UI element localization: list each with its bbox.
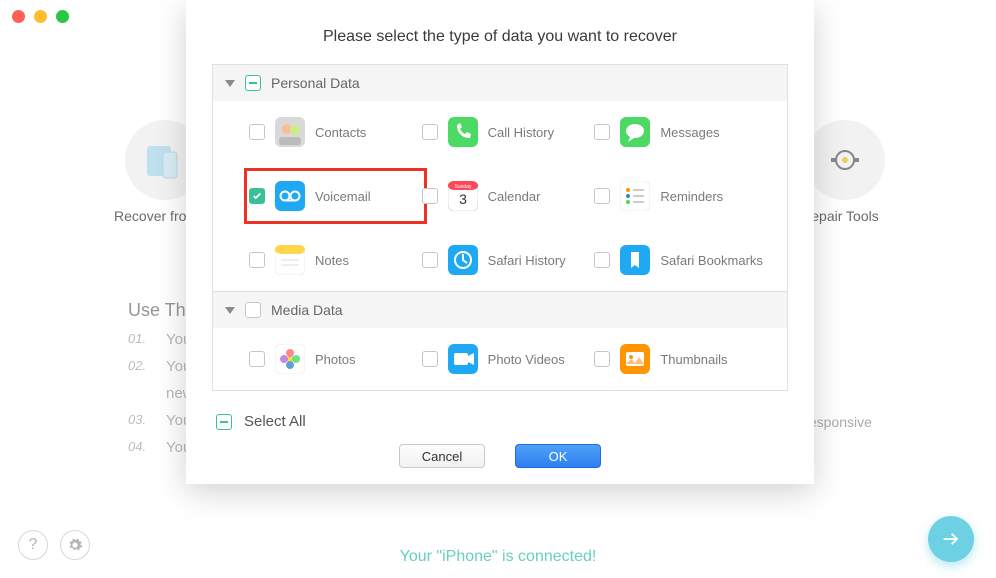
group-checkbox-media[interactable] (245, 302, 261, 318)
checkbox-messages[interactable] (594, 124, 610, 140)
reminders-icon (620, 181, 650, 211)
thumbnails-icon (620, 344, 650, 374)
phone-icon (448, 117, 478, 147)
checkbox-calendar[interactable] (422, 188, 438, 204)
list-number: 01. (128, 331, 154, 348)
item-contacts[interactable]: Contacts (249, 109, 422, 155)
label-contacts: Contacts (315, 125, 366, 140)
window-traffic-lights (12, 10, 69, 23)
select-all-checkbox[interactable] (216, 414, 232, 430)
group-media: Media Data Photos Photo Videos Thumbnail… (212, 292, 788, 391)
cancel-button[interactable]: Cancel (399, 444, 485, 468)
item-safarihistory[interactable]: Safari History (422, 237, 595, 283)
calendar-icon: Sunday3 (448, 181, 478, 211)
item-thumbnails[interactable]: Thumbnails (594, 336, 767, 382)
data-type-modal: Please select the type of data you want … (186, 0, 814, 484)
voicemail-icon (275, 181, 305, 211)
label-notes: Notes (315, 253, 349, 268)
chevron-down-icon (225, 80, 235, 87)
checkbox-safaribookmarks[interactable] (594, 252, 610, 268)
minimize-window-button[interactable] (34, 10, 47, 23)
item-notes[interactable]: Notes (249, 237, 422, 283)
item-callhistory[interactable]: Call History (422, 109, 595, 155)
item-calendar[interactable]: Sunday3 Calendar (422, 173, 595, 219)
group-label-personal: Personal Data (271, 75, 360, 91)
select-all-label: Select All (244, 413, 306, 430)
label-safarihistory: Safari History (488, 253, 566, 268)
photos-icon (275, 344, 305, 374)
group-grid-personal: Contacts Call History Messages Voicemail… (213, 101, 787, 291)
next-fab[interactable] (928, 516, 974, 562)
item-messages[interactable]: Messages (594, 109, 767, 155)
item-photovideos[interactable]: Photo Videos (422, 336, 595, 382)
group-header-personal[interactable]: Personal Data (213, 65, 787, 101)
modal-title: Please select the type of data you want … (186, 0, 814, 64)
photo-videos-icon (448, 344, 478, 374)
messages-icon (620, 117, 650, 147)
item-safaribookmarks[interactable]: Safari Bookmarks (594, 237, 767, 283)
contacts-icon (275, 117, 305, 147)
label-messages: Messages (660, 125, 719, 140)
checkbox-thumbnails[interactable] (594, 351, 610, 367)
notes-icon (275, 245, 305, 275)
footer: Your "iPhone" is connected! (0, 548, 996, 566)
tools-icon (805, 120, 885, 200)
label-thumbnails: Thumbnails (660, 352, 727, 367)
checkbox-contacts[interactable] (249, 124, 265, 140)
group-grid-media: Photos Photo Videos Thumbnails (213, 328, 787, 390)
group-label-media: Media Data (271, 302, 343, 318)
item-voicemail[interactable]: Voicemail (249, 173, 422, 219)
checkbox-notes[interactable] (249, 252, 265, 268)
svg-text:Sunday: Sunday (454, 184, 471, 190)
maximize-window-button[interactable] (56, 10, 69, 23)
label-reminders: Reminders (660, 189, 723, 204)
list-number: 03. (128, 412, 154, 429)
ok-button[interactable]: OK (515, 444, 601, 468)
label-calendar: Calendar (488, 189, 541, 204)
label-photos: Photos (315, 352, 355, 367)
svg-text:3: 3 (459, 191, 467, 207)
safari-bookmarks-icon (620, 245, 650, 275)
checkbox-safarihistory[interactable] (422, 252, 438, 268)
arrow-right-icon (940, 528, 962, 550)
checkbox-voicemail[interactable] (249, 188, 265, 204)
close-window-button[interactable] (12, 10, 25, 23)
group-header-media[interactable]: Media Data (213, 292, 787, 328)
label-callhistory: Call History (488, 125, 554, 140)
label-photovideos: Photo Videos (488, 352, 565, 367)
group-checkbox-personal[interactable] (245, 75, 261, 91)
checkbox-photos[interactable] (249, 351, 265, 367)
label-safaribookmarks: Safari Bookmarks (660, 253, 763, 268)
group-personal: Personal Data Contacts Call History Mess… (212, 64, 788, 292)
checkbox-reminders[interactable] (594, 188, 610, 204)
item-photos[interactable]: Photos (249, 336, 422, 382)
chevron-down-icon (225, 307, 235, 314)
list-number: 02. (128, 358, 154, 375)
checkbox-photovideos[interactable] (422, 351, 438, 367)
list-number: 04. (128, 439, 154, 456)
connection-status: Your "iPhone" is connected! (400, 548, 597, 566)
label-voicemail: Voicemail (315, 189, 371, 204)
safari-history-icon (448, 245, 478, 275)
item-reminders[interactable]: Reminders (594, 173, 767, 219)
checkbox-callhistory[interactable] (422, 124, 438, 140)
